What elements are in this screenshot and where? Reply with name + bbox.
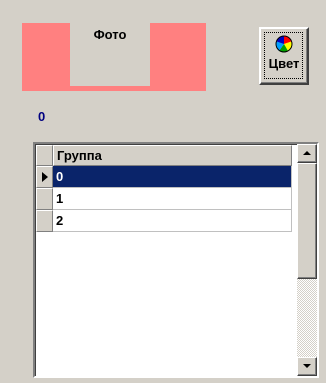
vertical-scrollbar[interactable] [297,144,317,376]
current-row-arrow-icon [42,172,48,182]
group-grid[interactable]: Группа 0 1 2 [33,142,319,378]
arrow-up-icon [303,151,311,155]
color-wheel-icon [275,35,293,53]
color-button[interactable]: Цвет [259,27,309,85]
arrow-down-icon [303,364,311,368]
photo-frame[interactable]: Фото [70,23,150,86]
column-header-group[interactable]: Группа [53,145,292,166]
photo-label: Фото [93,27,127,42]
grid-header: Группа [36,145,294,166]
scroll-thumb[interactable] [297,163,317,279]
value-label: 0 [38,109,46,124]
table-row[interactable]: 0 [36,166,292,188]
table-cell[interactable]: 2 [53,210,292,232]
table-cell[interactable]: 0 [53,166,292,188]
row-indicator[interactable] [36,188,53,210]
indicator-header [36,145,53,166]
table-cell[interactable]: 1 [53,188,292,210]
table-row[interactable]: 2 [36,210,292,232]
row-indicator[interactable] [36,166,53,188]
color-button-label: Цвет [268,56,300,71]
scroll-down-button[interactable] [297,357,317,376]
row-indicator[interactable] [36,210,53,232]
table-row[interactable]: 1 [36,188,292,210]
scroll-up-button[interactable] [297,144,317,163]
photo-panel: Фото [22,23,206,91]
